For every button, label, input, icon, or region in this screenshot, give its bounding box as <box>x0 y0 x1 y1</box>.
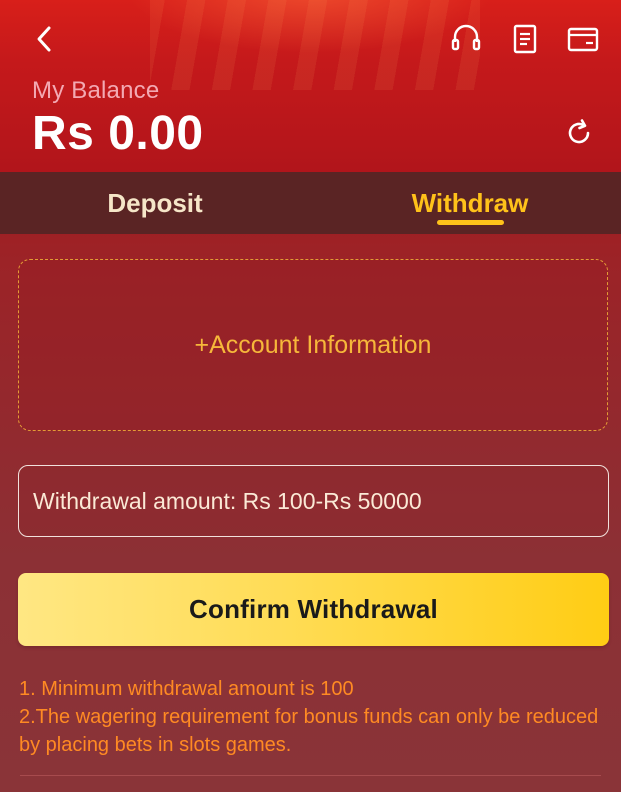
note-item: 2.The wagering requirement for bonus fun… <box>19 706 599 756</box>
active-tab-indicator <box>437 220 504 225</box>
tab-deposit[interactable]: Deposit <box>0 172 310 234</box>
withdrawal-amount-input[interactable]: Withdrawal amount: Rs 100-Rs 50000 <box>18 465 609 537</box>
headset-icon <box>451 24 481 51</box>
refresh-icon <box>568 119 590 144</box>
withdraw-page: My Balance Rs 0.00 Deposit Withdraw +Acc… <box>0 0 621 792</box>
divider <box>20 775 601 776</box>
tab-bar: Deposit Withdraw <box>0 172 621 234</box>
wallet-icon <box>567 27 599 52</box>
account-information-label: +Account Information <box>194 330 432 359</box>
customer-service-button[interactable] <box>449 22 483 56</box>
confirm-withdrawal-label: Confirm Withdrawal <box>189 594 438 624</box>
wallet-button[interactable] <box>566 22 600 56</box>
withdrawal-amount-placeholder: Withdrawal amount: Rs 100-Rs 50000 <box>33 487 422 514</box>
back-button[interactable] <box>28 22 62 56</box>
document-icon <box>513 24 537 54</box>
add-account-information-button[interactable]: +Account Information <box>18 259 608 431</box>
back-arrow-icon <box>37 26 51 52</box>
header: My Balance Rs 0.00 <box>0 0 621 172</box>
withdrawal-notes: 1. Minimum withdrawal amount is 100 2.Th… <box>19 675 599 759</box>
note-item: 1. Minimum withdrawal amount is 100 <box>19 678 354 700</box>
confirm-withdrawal-button[interactable]: Confirm Withdrawal <box>18 573 609 646</box>
refresh-button[interactable] <box>563 117 595 149</box>
records-button[interactable] <box>508 22 542 56</box>
balance-label: My Balance <box>32 77 160 104</box>
balance-value: Rs 0.00 <box>32 107 204 160</box>
